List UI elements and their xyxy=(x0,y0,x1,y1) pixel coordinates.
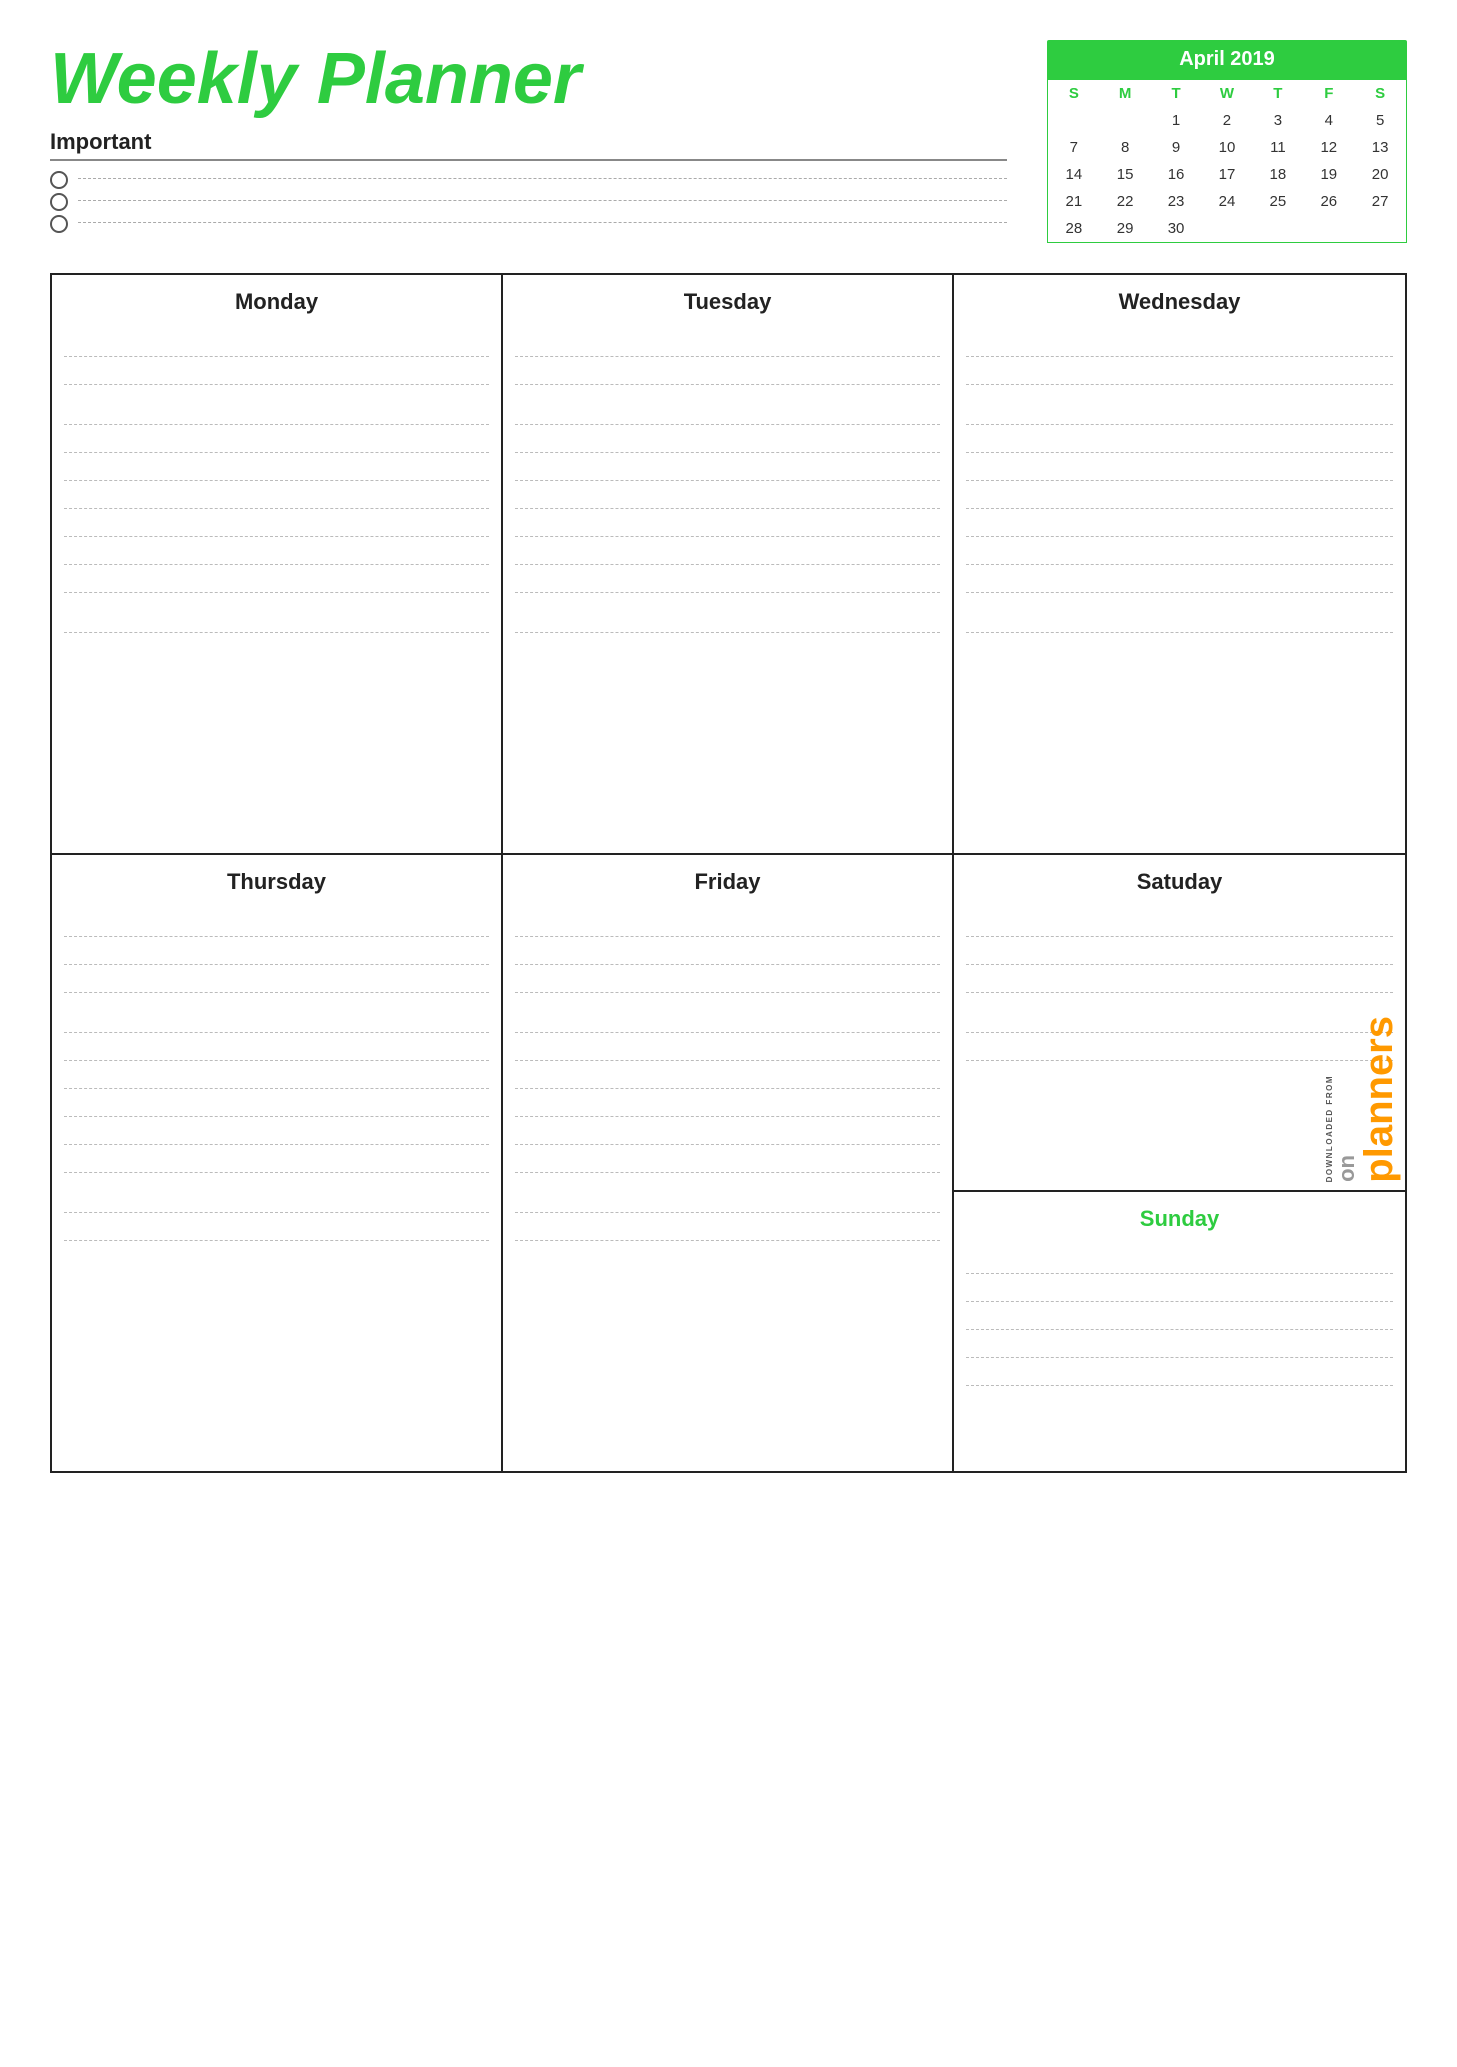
wednesday-lines xyxy=(966,329,1393,633)
thursday-lines xyxy=(64,909,489,1241)
weekly-grid-top: Monday Tuesday xyxy=(50,273,1407,853)
monday-lines xyxy=(64,329,489,633)
circle-icon-3 xyxy=(50,215,68,233)
cal-week-1: 1 2 3 4 5 xyxy=(1048,107,1407,134)
cal-week-3: 14 15 16 17 18 19 20 xyxy=(1048,161,1407,188)
tuesday-cell: Tuesday xyxy=(503,275,954,853)
dotted-line-2 xyxy=(78,200,1007,201)
sunday-section: Sunday xyxy=(954,1192,1405,1471)
wednesday-cell: Wednesday xyxy=(954,275,1405,853)
saturday-sunday-cell: Satuday DOWNLOADED FROM on planners Sund… xyxy=(954,855,1405,1471)
cal-week-5: 28 29 30 xyxy=(1048,215,1407,243)
important-section: Important xyxy=(50,129,1007,233)
sunday-label: Sunday xyxy=(966,1206,1393,1232)
important-label: Important xyxy=(50,129,1007,161)
watermark-downloaded-text: DOWNLOADED FROM xyxy=(1325,1075,1334,1182)
weekly-grid-bottom: Thursday Friday xyxy=(50,853,1407,1473)
saturday-section: Satuday DOWNLOADED FROM on planners xyxy=(954,855,1405,1192)
calendar-widget: April 2019 S M T W T F S 1 2 xyxy=(1047,40,1407,243)
dotted-line-3 xyxy=(78,222,1007,223)
cal-day-s1: S xyxy=(1048,80,1100,108)
tuesday-lines xyxy=(515,329,940,633)
header-section: Weekly Planner Important xyxy=(50,40,1407,243)
watermark: DOWNLOADED FROM on planners xyxy=(1325,1016,1399,1183)
important-item-1 xyxy=(50,171,1007,189)
cal-day-m: M xyxy=(1100,80,1151,108)
monday-cell: Monday xyxy=(52,275,503,853)
calendar-header: April 2019 xyxy=(1047,40,1407,79)
saturday-label: Satuday xyxy=(966,869,1393,895)
cal-day-s2: S xyxy=(1354,80,1406,108)
title-important-area: Weekly Planner Important xyxy=(50,40,1047,237)
dotted-line-1 xyxy=(78,178,1007,179)
cal-week-4: 21 22 23 24 25 26 27 xyxy=(1048,188,1407,215)
page-title: Weekly Planner xyxy=(50,40,1007,119)
important-item-3 xyxy=(50,215,1007,233)
monday-label: Monday xyxy=(64,289,489,315)
circle-icon-1 xyxy=(50,171,68,189)
friday-label: Friday xyxy=(515,869,940,895)
cal-week-2: 7 8 9 10 11 12 13 xyxy=(1048,134,1407,161)
sunday-lines xyxy=(966,1246,1393,1386)
friday-lines xyxy=(515,909,940,1241)
watermark-planners-text: planners xyxy=(1359,1016,1399,1183)
wednesday-label: Wednesday xyxy=(966,289,1393,315)
cal-day-t2: T xyxy=(1252,80,1303,108)
tuesday-label: Tuesday xyxy=(515,289,940,315)
thursday-label: Thursday xyxy=(64,869,489,895)
cal-day-f: F xyxy=(1303,80,1354,108)
circle-icon-2 xyxy=(50,193,68,211)
watermark-on-text: on xyxy=(1336,1155,1358,1182)
important-item-2 xyxy=(50,193,1007,211)
friday-cell: Friday xyxy=(503,855,954,1471)
calendar-table: S M T W T F S 1 2 3 4 5 xyxy=(1047,79,1407,243)
thursday-cell: Thursday xyxy=(52,855,503,1471)
cal-day-w: W xyxy=(1202,80,1253,108)
cal-day-t1: T xyxy=(1151,80,1202,108)
